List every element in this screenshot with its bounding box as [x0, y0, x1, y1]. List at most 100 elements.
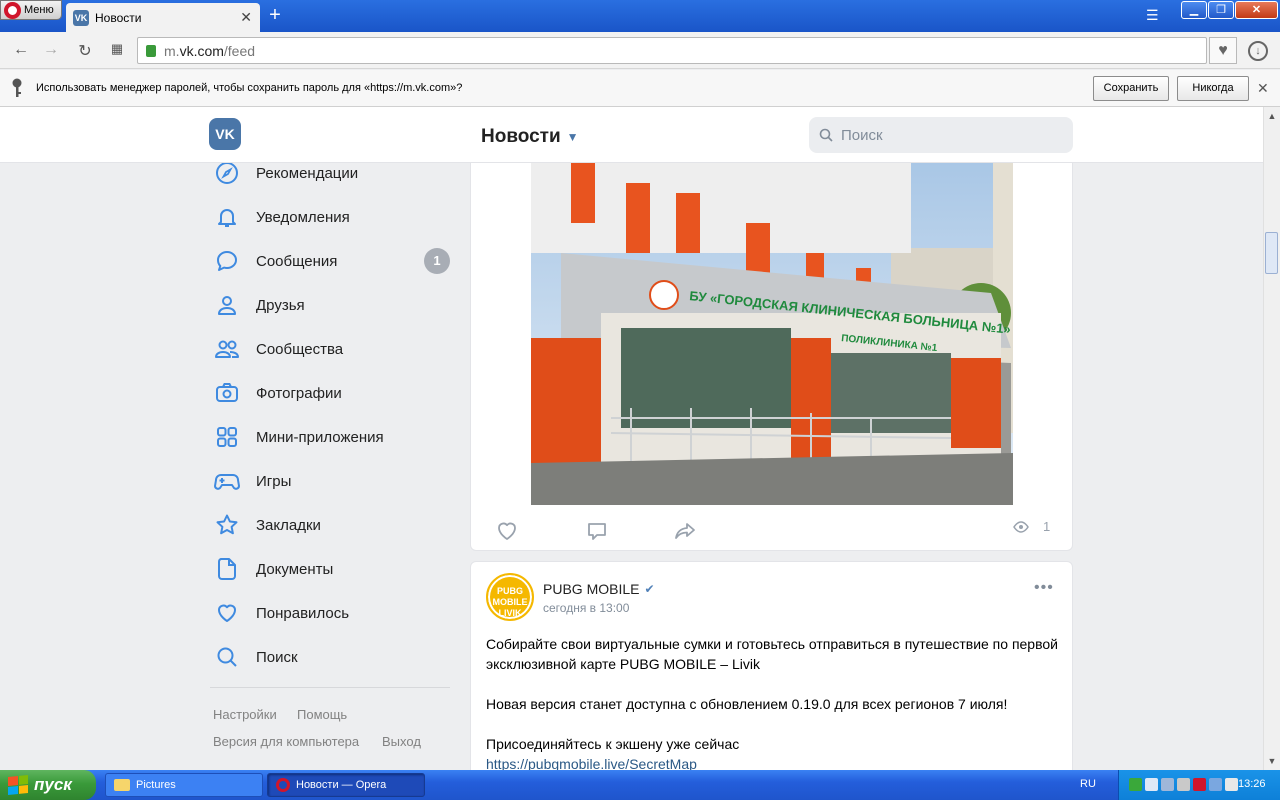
settings-link[interactable]: Настройки [213, 707, 277, 722]
sidebar-item-notifications[interactable]: Уведомления [210, 195, 455, 239]
post-link[interactable]: https://pubgmobile.live/SecretMap [486, 754, 1061, 770]
browser-tab-bar: Меню VK Новости ✕ + ☰ ▁ ❐ ✕ [0, 0, 1280, 32]
sidebar-item-label: Игры [256, 472, 292, 490]
vk-header: VK Новости ▼ Поиск [0, 107, 1263, 163]
volume-icon[interactable] [1145, 778, 1158, 791]
sidebar-item-label: Фотографии [256, 384, 342, 402]
sidebar-item-label: Рекомендации [256, 164, 359, 182]
tray-app-icon-2[interactable] [1177, 778, 1190, 791]
save-password-button[interactable]: Сохранить [1093, 76, 1169, 101]
new-tab-button[interactable]: + [264, 5, 286, 27]
lock-icon [146, 44, 156, 57]
opera-menu-button[interactable]: Меню [0, 0, 62, 20]
gamepad-icon [214, 468, 240, 494]
back-icon[interactable]: ← [11, 41, 31, 59]
share-icon[interactable] [673, 519, 697, 543]
desktop-version-link[interactable]: Версия для компьютера [213, 734, 359, 749]
sidebar-item-friends[interactable]: Друзья [210, 283, 455, 327]
download-icon[interactable]: ↓ [1248, 41, 1268, 61]
sidebar-item-recommendations[interactable]: Рекомендации [210, 163, 455, 195]
sidebar-item-mini-apps[interactable]: Мини-приложения [210, 415, 455, 459]
scrollbar[interactable] [1263, 107, 1280, 770]
search-icon [819, 128, 833, 142]
like-icon[interactable] [495, 519, 519, 543]
sidebar-item-liked[interactable]: Понравилось [210, 591, 455, 635]
post-card: PUBG MOBILE LIVIK PUBG MOBILE ✔ сегодня … [470, 561, 1073, 770]
news-feed: БУ «ГОРОДСКАЯ КЛИНИЧЕСКАЯ БОЛЬНИЦА №1» П… [470, 163, 1073, 770]
logout-link[interactable]: Выход [382, 734, 421, 749]
start-label: пуск [34, 775, 72, 794]
sidebar-item-label: Сообщения [256, 252, 338, 270]
password-manager-bar: Использовать менеджер паролей, чтобы сох… [0, 70, 1280, 107]
camera-icon [214, 380, 240, 406]
sidebar-item-communities[interactable]: Сообщества [210, 327, 455, 371]
search-input[interactable]: Поиск [809, 117, 1073, 153]
close-window-button[interactable]: ✕ [1235, 1, 1278, 19]
language-indicator[interactable]: RU [1080, 778, 1096, 790]
heart-icon [214, 600, 240, 626]
reload-icon[interactable]: ↻ [75, 41, 95, 61]
scroll-down-arrow-icon[interactable]: ▼ [1265, 753, 1279, 769]
taskbar-task-opera[interactable]: Новости — Opera [267, 773, 425, 797]
post-text: Присоединяйтесь к экшену уже сейчас [486, 736, 740, 752]
views-counter: 1 [1013, 519, 1050, 534]
tray-app-icon-4[interactable] [1225, 778, 1238, 791]
start-button[interactable]: пуск [0, 770, 96, 800]
url-text: m.vk.com/feed [164, 42, 256, 59]
taskbar-task-pictures[interactable]: Pictures [105, 773, 263, 797]
page-title[interactable]: Новости ▼ [481, 126, 579, 148]
sidebar-item-messages[interactable]: Сообщения 1 [210, 239, 455, 283]
scroll-up-arrow-icon[interactable]: ▲ [1265, 108, 1279, 124]
message-icon [214, 248, 240, 274]
search-placeholder: Поиск [841, 126, 883, 144]
comment-icon[interactable] [585, 519, 609, 543]
scrollbar-thumb[interactable] [1265, 232, 1278, 274]
bookmark-heart-icon[interactable]: ♥ [1209, 37, 1237, 64]
tray-app-icon-3[interactable] [1209, 778, 1222, 791]
sidebar-item-label: Уведомления [256, 208, 350, 226]
help-link[interactable]: Помощь [297, 707, 347, 722]
sidebar-item-search[interactable]: Поиск [210, 635, 455, 679]
key-icon [12, 78, 22, 97]
unread-badge: 1 [424, 248, 450, 274]
speed-dial-icon[interactable]: ▦ [107, 41, 127, 57]
sidebar-item-bookmarks[interactable]: Закладки [210, 503, 455, 547]
sidebar-item-games[interactable]: Игры [210, 459, 455, 503]
password-bar-close-icon[interactable]: ✕ [1257, 80, 1269, 97]
sidebar: Рекомендации Уведомления Сообщения 1 Дру… [210, 163, 455, 770]
sidebar-item-label: Закладки [256, 516, 321, 534]
vk-favicon-icon: VK [73, 9, 89, 26]
tab-menu-icon[interactable]: ☰ [1146, 7, 1159, 24]
sidebar-item-label: Документы [256, 560, 334, 578]
maximize-button[interactable]: ❐ [1208, 1, 1234, 19]
post-author[interactable]: PUBG MOBILE ✔ [543, 581, 655, 597]
address-bar[interactable]: m.vk.com/feed [137, 37, 1207, 64]
sidebar-item-label: Поиск [256, 648, 298, 666]
antivirus-icon[interactable] [1193, 778, 1206, 791]
bell-icon [214, 204, 240, 230]
vk-logo[interactable]: VK [209, 118, 241, 150]
avatar[interactable]: PUBG MOBILE LIVIK [486, 573, 534, 621]
never-button[interactable]: Никогда [1177, 76, 1249, 101]
document-icon [214, 556, 240, 582]
users-icon [214, 336, 240, 362]
post-time[interactable]: сегодня в 13:00 [543, 601, 629, 615]
tab-news[interactable]: VK Новости ✕ [66, 3, 260, 32]
verified-check-icon: ✔ [644, 582, 655, 596]
taskbar: пуск Pictures Новости — Opera RU 13:26 [0, 770, 1280, 800]
address-toolbar: ← → ↻ ▦ m.vk.com/feed ♥ ↓ [0, 32, 1280, 69]
grid-icon [214, 424, 240, 450]
post-photo[interactable]: БУ «ГОРОДСКАЯ КЛИНИЧЕСКАЯ БОЛЬНИЦА №1» П… [531, 163, 1013, 505]
sidebar-item-documents[interactable]: Документы [210, 547, 455, 591]
tab-title: Новости [95, 10, 142, 25]
tray-app-icon[interactable] [1129, 778, 1142, 791]
opera-menu-label: Меню [24, 4, 54, 16]
minimize-button[interactable]: ▁ [1181, 1, 1207, 19]
tab-close-icon[interactable]: ✕ [240, 9, 252, 26]
network-icon[interactable] [1161, 778, 1174, 791]
sidebar-item-photos[interactable]: Фотографии [210, 371, 455, 415]
sidebar-item-label: Сообщества [256, 340, 344, 358]
forward-icon[interactable]: → [41, 41, 61, 59]
views-count: 1 [1043, 519, 1051, 534]
more-options-icon[interactable]: ••• [1034, 579, 1054, 597]
